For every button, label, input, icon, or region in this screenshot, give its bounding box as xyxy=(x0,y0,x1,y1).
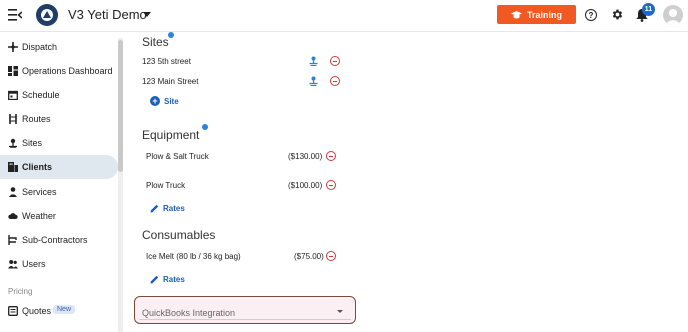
sidebar-item-label: Services xyxy=(22,187,57,197)
sidebar-item-label: Weather xyxy=(22,211,56,221)
clients-icon xyxy=(8,162,18,172)
sidebar-item-quotes[interactable]: Quotes New xyxy=(0,299,118,323)
equipment-info-icon[interactable] xyxy=(202,124,208,130)
sidebar-item-label: Users xyxy=(22,259,46,269)
plus-circle-icon: + xyxy=(150,96,160,106)
consumables-rates-button[interactable]: Rates xyxy=(150,275,185,284)
add-site-button[interactable]: + Site xyxy=(150,96,179,106)
remove-equipment-icon[interactable] xyxy=(326,180,336,190)
equipment-row-price: ($130.00) xyxy=(288,152,323,161)
sidebar-item-weather[interactable]: Weather xyxy=(0,204,118,228)
consumable-row-name: Ice Melt (80 lb / 36 kg bag) xyxy=(146,252,241,261)
sites-info-icon[interactable] xyxy=(168,32,174,38)
equipment-row-price: ($100.00) xyxy=(288,181,323,190)
help-glyph: ? xyxy=(588,10,594,20)
remove-site-icon[interactable] xyxy=(330,56,340,66)
sidebar-item-services[interactable]: Services xyxy=(0,180,118,204)
pencil-icon xyxy=(150,204,159,213)
pencil-icon xyxy=(150,275,159,284)
services-icon xyxy=(9,187,17,197)
notification-count-badge: 11 xyxy=(642,3,655,16)
routes-icon xyxy=(9,114,17,124)
gear-icon[interactable] xyxy=(611,8,624,21)
quotes-icon xyxy=(8,306,18,316)
sidebar-item-schedule[interactable]: Schedule xyxy=(0,83,118,107)
sidebar-item-label: Sub-Contractors xyxy=(22,235,88,245)
avatar[interactable] xyxy=(663,5,683,25)
sites-icon xyxy=(9,138,17,148)
dashboard-icon xyxy=(8,66,18,76)
sidebar-item-operations-dashboard[interactable]: Operations Dashboard xyxy=(0,59,118,83)
sidebar: Dispatch Operations Dashboard Schedule R… xyxy=(0,32,126,332)
select-underline xyxy=(139,319,351,320)
quickbooks-select-label: QuickBooks Integration xyxy=(142,308,236,318)
consumable-row-price: ($75.00) xyxy=(294,252,324,261)
yeti-logo-icon xyxy=(41,9,53,21)
equipment-rates-label: Rates xyxy=(163,204,185,213)
sidebar-item-label: Schedule xyxy=(22,90,60,100)
calendar-icon xyxy=(8,90,18,100)
graduation-cap-icon xyxy=(510,10,522,18)
sidebar-item-label: Quotes xyxy=(22,306,52,316)
add-site-label: Site xyxy=(164,96,179,106)
sidebar-item-users[interactable]: Users xyxy=(0,252,118,276)
consumables-rates-label: Rates xyxy=(163,275,185,284)
user-avatar-icon xyxy=(665,9,681,25)
top-bar: V3 Yeti Demo Training ? 11 xyxy=(0,0,688,32)
sites-heading: Sites xyxy=(142,35,169,49)
menu-collapse-icon[interactable] xyxy=(8,9,22,21)
site-map-icon[interactable] xyxy=(309,56,318,66)
training-button[interactable]: Training xyxy=(497,5,576,24)
account-dropdown-caret-icon[interactable] xyxy=(143,12,151,17)
site-row-name[interactable]: 123 Main Street xyxy=(142,77,198,86)
quickbooks-integration-select[interactable]: QuickBooks Integration xyxy=(134,296,356,324)
equipment-row-name: Plow Truck xyxy=(146,181,186,190)
consumables-heading: Consumables xyxy=(142,228,216,242)
site-map-icon[interactable] xyxy=(309,76,318,86)
cloud-icon xyxy=(8,213,18,219)
sidebar-item-label: Sites xyxy=(22,138,43,148)
training-label: Training xyxy=(526,9,562,20)
subcontractors-icon xyxy=(8,235,17,245)
remove-equipment-icon[interactable] xyxy=(326,151,336,161)
sidebar-scrollbar-thumb[interactable] xyxy=(118,40,123,172)
sidebar-item-label: Operations Dashboard xyxy=(22,66,113,76)
help-icon[interactable]: ? xyxy=(585,9,597,21)
remove-site-icon[interactable] xyxy=(330,76,340,86)
remove-consumable-icon[interactable] xyxy=(326,251,336,261)
chevron-down-icon xyxy=(337,310,343,313)
users-icon xyxy=(8,260,18,269)
new-badge: New xyxy=(53,305,76,314)
equipment-rates-button[interactable]: Rates xyxy=(150,204,185,213)
sidebar-item-sites[interactable]: Sites xyxy=(0,131,118,155)
sidebar-item-label: Routes xyxy=(22,114,51,124)
equipment-heading: Equipment xyxy=(142,128,200,142)
sidebar-section-pricing: Pricing xyxy=(8,287,33,296)
client-detail-panel: Sites 123 5th street 123 Main Street + S… xyxy=(126,32,688,332)
dispatch-icon xyxy=(8,42,18,52)
equipment-row-name: Plow & Salt Truck xyxy=(146,152,209,161)
sidebar-item-clients[interactable]: Clients xyxy=(0,155,118,179)
account-title[interactable]: V3 Yeti Demo xyxy=(68,7,147,22)
sidebar-item-dispatch[interactable]: Dispatch xyxy=(0,35,118,59)
yeti-logo[interactable] xyxy=(36,4,58,26)
sidebar-item-label: Dispatch xyxy=(22,42,58,52)
sidebar-item-routes[interactable]: Routes xyxy=(0,107,118,131)
sidebar-item-sub-contractors[interactable]: Sub-Contractors xyxy=(0,228,118,252)
site-row-name[interactable]: 123 5th street xyxy=(142,57,191,66)
sidebar-item-label: Clients xyxy=(22,162,53,172)
